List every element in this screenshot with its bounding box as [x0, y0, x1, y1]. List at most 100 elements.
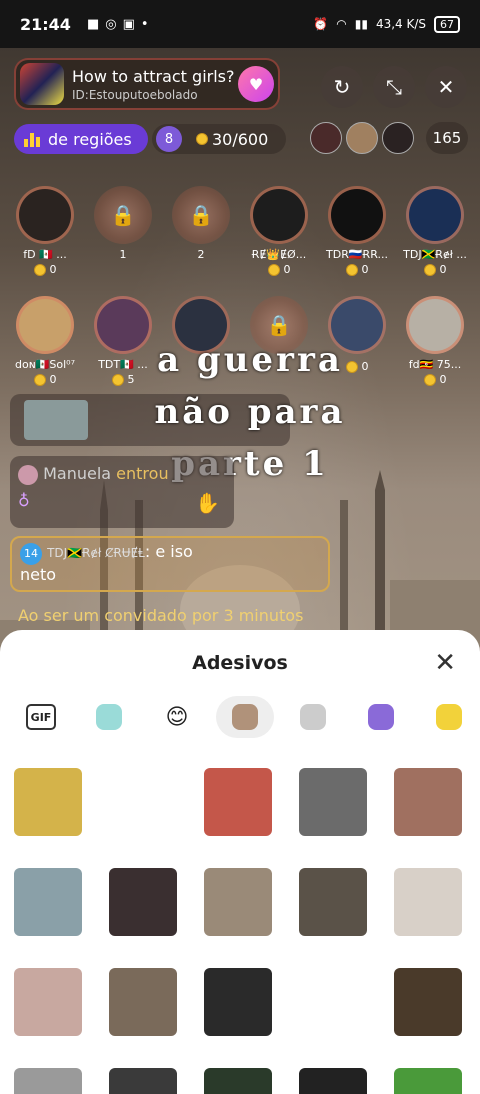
room-avatar [20, 63, 64, 105]
sticker-item[interactable] [299, 768, 367, 836]
minimize-icon: ⤡ [386, 75, 402, 99]
sticker-item[interactable] [394, 768, 462, 836]
coins-count: 30/600 [212, 129, 269, 149]
mic-seat[interactable]: TDR🇷🇺ɌR... 0 [318, 186, 396, 276]
purple-cat-icon [368, 704, 394, 730]
mic-seat[interactable]: dᴏɴ🇲🇽Sol⁰⁷ 0 [6, 296, 84, 386]
seat-coins: 0 [318, 263, 396, 276]
mic-seat[interactable]: fD 🇲🇽 ... 0 [6, 186, 84, 276]
join-action: entrou [116, 464, 169, 483]
seat-avatar [250, 186, 308, 244]
sticker-item[interactable] [204, 1068, 272, 1094]
mic-seat[interactable]: 🔒 1 [84, 186, 162, 263]
sticker-item[interactable] [14, 768, 82, 836]
share-button[interactable]: ↻ [321, 66, 363, 108]
sticker-item[interactable] [109, 968, 177, 1036]
top-viewers[interactable] [310, 122, 414, 154]
lock-icon: 🔒 [266, 313, 292, 337]
sticker-item[interactable] [204, 968, 272, 1036]
join-user[interactable]: Manuela [43, 464, 111, 483]
coin-icon [345, 264, 358, 276]
sticker-tab[interactable] [216, 696, 274, 738]
seat-avatar [406, 186, 464, 244]
sticker-item[interactable] [109, 1068, 177, 1094]
minimize-button[interactable]: ⤡ [373, 66, 415, 108]
coin-icon [423, 374, 436, 386]
sticker-item[interactable] [394, 1068, 462, 1094]
whatsapp-icon: ◎ [105, 16, 117, 32]
viewer-avatar[interactable] [382, 122, 414, 154]
region-ranking-button[interactable]: de regiões [14, 124, 148, 154]
sheet-title: Adesivos [192, 652, 288, 674]
wave-icon[interactable]: ✋ [195, 491, 220, 515]
room-coins[interactable]: 8 30/600 [152, 124, 286, 154]
chat-image-thumbnail[interactable] [24, 400, 88, 440]
duck-icon [436, 704, 462, 730]
bars-icon [24, 131, 40, 147]
sticker-item[interactable] [109, 868, 177, 936]
system-icons: ⏰ ◠ ▮▮ 43,4 K/S 67 [313, 15, 460, 33]
sticker-item[interactable] [109, 768, 177, 836]
room-info-card[interactable]: How to attract girls? ID:Estouputoebolad… [14, 58, 280, 110]
viewer-avatar[interactable] [310, 122, 342, 154]
smile-emoji-icon: 😊 [165, 704, 189, 730]
mic-seat[interactable]: ɌɆ👑ɆØ... 0 [240, 186, 318, 276]
signal-icon: ▮▮ [354, 17, 368, 31]
overlay-text-line-2: não para [154, 392, 346, 432]
seat-coins: 0 [6, 373, 84, 386]
sticker-item[interactable] [204, 868, 272, 936]
room-id: ID:Estouputoebolado [72, 87, 198, 102]
seat-name: TDJ🇯🇲Ɍɇł ... [403, 248, 467, 261]
seat-coins: 0 [6, 263, 84, 276]
level-badge: 14 [20, 543, 42, 565]
sticker-tab[interactable] [352, 696, 410, 738]
message-text-continued: neto [20, 565, 57, 584]
bunny-sticker-icon [96, 704, 122, 730]
sticker-tab[interactable]: GIF [12, 696, 70, 738]
region-label: de regiões [48, 129, 132, 149]
sticker-tab[interactable] [284, 696, 342, 738]
viewer-count[interactable]: 165 [426, 122, 468, 154]
sticker-tab[interactable]: 😊 [148, 696, 206, 738]
sticker-item[interactable] [299, 1068, 367, 1094]
seat-name: 1 [119, 248, 127, 261]
coin-icon [33, 374, 46, 386]
locked-seat: 🔒 [172, 186, 230, 244]
seat-avatar [16, 296, 74, 354]
notification-icons: ■ ◎ ▣ • [87, 17, 149, 32]
seat-avatar [16, 186, 74, 244]
sticker-item[interactable] [14, 968, 82, 1036]
locked-seat: 🔒 [94, 186, 152, 244]
sticker-item[interactable] [299, 868, 367, 936]
sticker-item[interactable] [204, 768, 272, 836]
sender-name[interactable]: TDJ🇯🇲Ɍɇł ȻɌɄɆⱠ [47, 546, 145, 560]
sticker-tab[interactable] [420, 696, 478, 738]
coin-icon [33, 264, 46, 276]
stickers-sheet: Adesivos ✕ GIF 😊 [0, 630, 480, 1094]
viewer-avatar[interactable] [346, 122, 378, 154]
share-icon: ↻ [333, 75, 351, 99]
sticker-tab[interactable] [80, 696, 138, 738]
mic-seat[interactable]: TDJ🇯🇲Ɍɇł ... 0 [396, 186, 474, 276]
mic-seat[interactable]: 🔒 2 [162, 186, 240, 263]
sticker-item[interactable] [14, 868, 82, 936]
seat-name: fD 🇲🇽 ... [23, 248, 67, 261]
cat-sticker-icon [300, 704, 326, 730]
sticker-item[interactable] [394, 868, 462, 936]
sticker-item[interactable] [14, 1068, 82, 1094]
sticker-item[interactable] [299, 968, 367, 1036]
join-message: Manuela entrou ♁ ✋ [10, 456, 234, 528]
photo-sticker-icon [232, 704, 258, 730]
network-speed: 43,4 K/S [375, 17, 426, 31]
close-icon: ✕ [434, 648, 456, 678]
dot-icon: • [140, 16, 149, 32]
heart-icon[interactable]: ♥ [238, 66, 274, 102]
sticker-item[interactable] [394, 968, 462, 1036]
room-title: How to attract girls? [72, 66, 235, 86]
wifi-icon: ◠ [336, 17, 347, 31]
close-room-button[interactable]: ✕ [425, 66, 467, 108]
seat-coins: 0 [240, 263, 318, 276]
overlay-text-line-1: a guerra [157, 340, 343, 380]
lock-icon: 🔒 [188, 203, 214, 227]
close-sheet-button[interactable]: ✕ [434, 648, 456, 678]
